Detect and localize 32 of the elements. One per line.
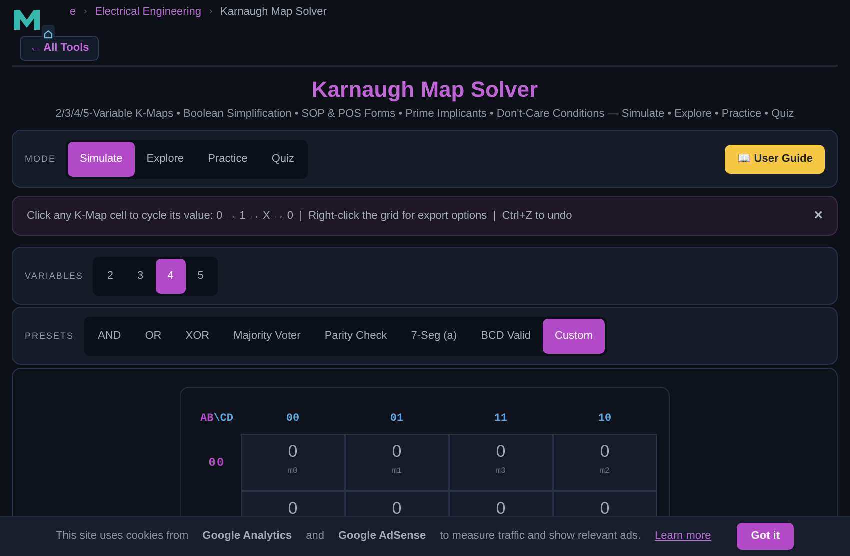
- mode-label: MODE: [25, 152, 56, 166]
- cookie-text: This site uses cookies from: [56, 529, 189, 544]
- page-title: Karnaugh Map Solver: [310, 76, 540, 103]
- cell-value: 0: [496, 443, 506, 462]
- minterm-label: m0: [288, 466, 298, 478]
- page-subtitle: 2/3/4/5-Variable K-Maps • Boolean Simplification • SOP & POS Forms • Prime Implicants • Don't-Care Conditions — Simulate • Explore • Practice • Quiz: [54, 106, 796, 122]
- cell-value: 0: [600, 443, 610, 462]
- breadcrumb-separator: ›: [210, 5, 213, 18]
- column-header: 00: [285, 412, 301, 428]
- minterm-label: m3: [496, 466, 506, 478]
- presets-label: PRESETS: [25, 330, 74, 343]
- minterm-label: m2: [600, 466, 610, 478]
- column-header: 11: [493, 412, 509, 428]
- hint-text: Click any K-Map cell to cycle its value: 0 → 1 → X → 0 | Right-click the grid for export options | Ctrl+Z to undo: [27, 209, 572, 224]
- cookie-text: and: [306, 529, 324, 544]
- axis-label: AB\CD: [199, 412, 234, 428]
- service-name: Google AdSense: [338, 529, 426, 544]
- minterm-label: m1: [392, 466, 402, 478]
- cell-value: 0: [496, 500, 506, 520]
- cell-value: 0: [392, 443, 402, 462]
- cell-value: 0: [392, 500, 402, 520]
- column-header: 01: [389, 412, 405, 428]
- service-name: Google Analytics: [202, 529, 292, 544]
- breadcrumb-current: Karnaugh Map Solver: [220, 4, 327, 20]
- cell-value: 0: [600, 500, 610, 520]
- row-header: 00: [208, 454, 226, 472]
- variables-label: VARIABLES: [25, 270, 84, 283]
- cell-value: 0: [288, 443, 298, 462]
- cell-value: 0: [288, 500, 298, 520]
- cookie-text: to measure traffic and show relevant ads.: [440, 529, 642, 544]
- breadcrumb-separator: ›: [84, 5, 88, 18]
- column-header: 10: [597, 412, 613, 428]
